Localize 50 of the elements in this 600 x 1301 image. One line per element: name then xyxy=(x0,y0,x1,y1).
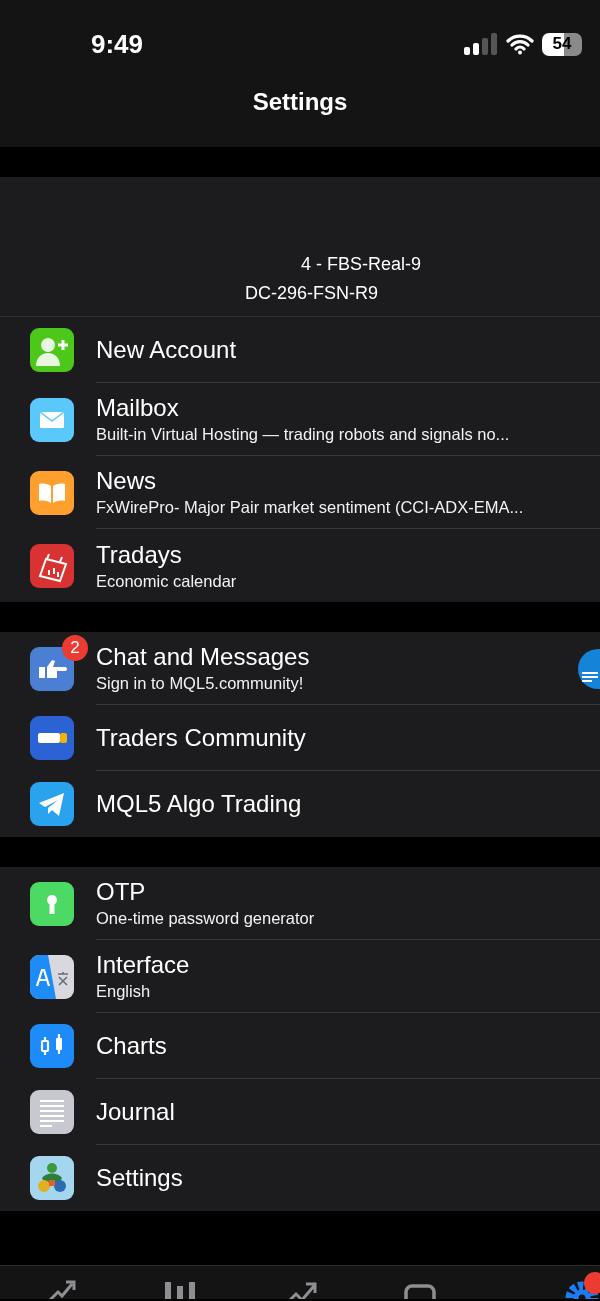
lines-icon xyxy=(582,671,598,682)
row-subtitle: Sign in to MQL5.community! xyxy=(96,674,304,693)
settings-row[interactable]: Interface English xyxy=(0,940,600,1013)
row-title: Traders Community xyxy=(96,723,306,752)
row-subtitle: Built-in Virtual Hosting — trading robots and signals no... xyxy=(96,425,510,444)
translate-icon xyxy=(30,954,74,999)
account-server: DC-296-FSN-R9 xyxy=(244,283,380,304)
settings-row[interactable]: New Account xyxy=(0,317,600,383)
row-title: Mailbox xyxy=(96,394,179,422)
row-title: Journal xyxy=(96,1097,175,1126)
row-subtitle: Economic calendar xyxy=(96,571,237,591)
envelope-icon xyxy=(30,397,74,442)
row-title: OTP xyxy=(96,878,146,906)
page-title: Settings xyxy=(252,88,348,116)
status-time: 9:49 xyxy=(91,28,145,60)
battery-icon: 54 xyxy=(542,32,582,56)
settings-row[interactable]: 2 Chat and Messages Sign in to MQL5.community! xyxy=(0,632,600,705)
person-add-icon xyxy=(30,328,74,372)
row-title: Settings xyxy=(96,1164,183,1192)
row-title: MQL5 Algo Trading xyxy=(96,790,302,818)
notification-badge: 2 xyxy=(62,634,88,661)
settings-row[interactable]: Tradays Economic calendar xyxy=(0,529,600,602)
row-title: News xyxy=(96,467,156,495)
wifi-icon xyxy=(506,33,534,55)
settings-row[interactable]: Journal xyxy=(0,1079,600,1145)
row-subtitle: FxWirePro- Major Pair market sentiment (CCI-ADX-EMA... xyxy=(96,498,524,517)
traders-logo-icon xyxy=(30,1156,74,1200)
settings-row[interactable]: OTP One-time password generator xyxy=(0,867,600,940)
row-title: New Account xyxy=(96,335,237,364)
row-title: Interface xyxy=(96,951,190,979)
row-subtitle: One-time password generator xyxy=(96,909,315,928)
settings-row[interactable]: Mailbox Built-in Virtual Hosting — trading robots and signals no... xyxy=(0,383,600,456)
settings-row[interactable]: MQL5 Algo Trading xyxy=(0,771,600,837)
calendar-icon xyxy=(30,543,74,588)
row-title: Tradays xyxy=(96,540,182,569)
paper-plane-icon xyxy=(30,782,74,826)
settings-row[interactable]: News FxWirePro- Major Pair market sentiment (CCI-ADX-EMA... xyxy=(0,456,600,529)
row-title: Chat and Messages xyxy=(96,643,310,671)
keyhole-icon xyxy=(30,881,74,926)
document-icon xyxy=(30,1090,74,1134)
row-title: Charts xyxy=(96,1031,167,1060)
notification-dot xyxy=(584,1272,600,1294)
settings-row[interactable]: Charts xyxy=(0,1013,600,1079)
settings-row[interactable]: Traders Community xyxy=(0,705,600,771)
settings-row[interactable]: Settings xyxy=(0,1145,600,1211)
signal-icon xyxy=(464,33,498,55)
row-subtitle: English xyxy=(96,982,151,1001)
book-icon xyxy=(30,470,74,515)
candlestick-icon xyxy=(30,1024,74,1068)
account-name: 4 - FBS-Real-9 xyxy=(300,254,423,275)
